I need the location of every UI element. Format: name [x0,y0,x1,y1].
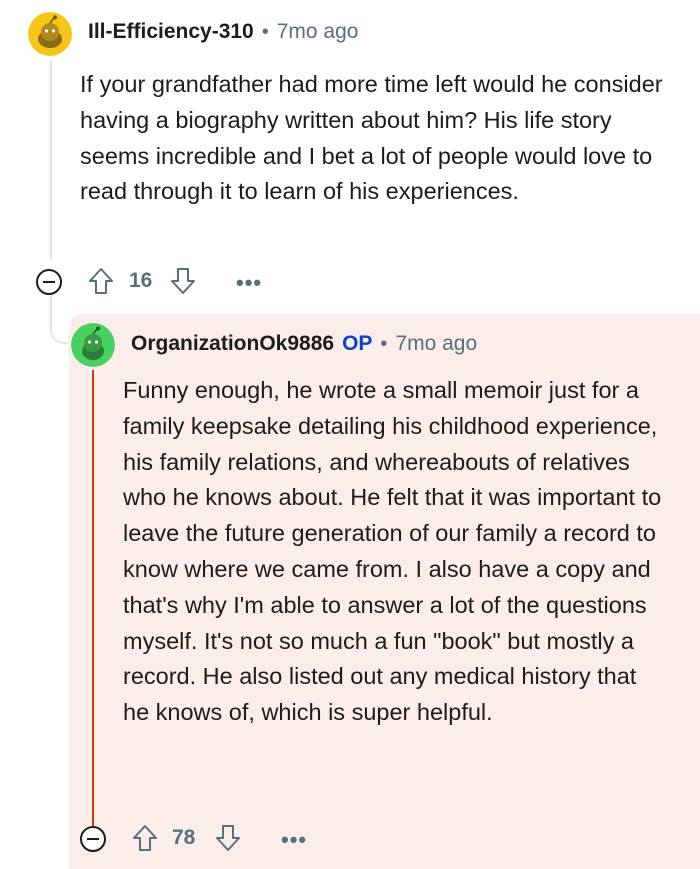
timestamp[interactable]: 7mo ago [395,332,477,356]
comment-header: Ill-Efficiency-310 • 7mo ago [88,20,358,44]
comment-body: If your grandfather had more time left w… [80,71,663,205]
snoo-avatar-icon [71,323,115,367]
upvote-arrow-icon [89,268,113,294]
thread-line [50,60,52,260]
upvote-button[interactable] [88,266,114,301]
timestamp[interactable]: 7mo ago [277,20,359,44]
upvote-arrow-icon [133,825,157,851]
avatar[interactable] [71,323,115,367]
downvote-arrow-icon [171,268,195,294]
collapse-button[interactable] [36,269,62,295]
snoo-avatar-icon [28,12,72,56]
op-badge: OP [342,332,373,355]
reply-body: Funny enough, he wrote a small memoir ju… [123,377,662,726]
reply-header: OrganizationOk9886 OP • 7mo ago [131,332,477,356]
minus-icon [43,281,55,283]
minus-icon [87,838,99,840]
username[interactable]: Ill-Efficiency-310 [88,20,254,44]
vote-count: 78 [172,826,196,849]
upvote-button[interactable] [132,823,158,858]
op-indicator-bar [92,370,94,840]
downvote-arrow-icon [216,825,240,851]
avatar[interactable] [28,12,72,56]
more-options-button[interactable]: ••• [236,270,262,296]
downvote-button[interactable] [170,266,196,301]
downvote-button[interactable] [215,823,241,858]
vote-count: 16 [129,269,153,292]
separator-dot: • [380,332,388,355]
comment-body-wrap: If your grandfather had more time left w… [80,67,680,210]
username[interactable]: OrganizationOk9886 [131,332,334,356]
separator-dot: • [261,20,269,43]
reply-body-wrap: Funny enough, he wrote a small memoir ju… [123,373,668,731]
collapse-button[interactable] [80,826,106,852]
more-options-button[interactable]: ••• [281,827,307,853]
